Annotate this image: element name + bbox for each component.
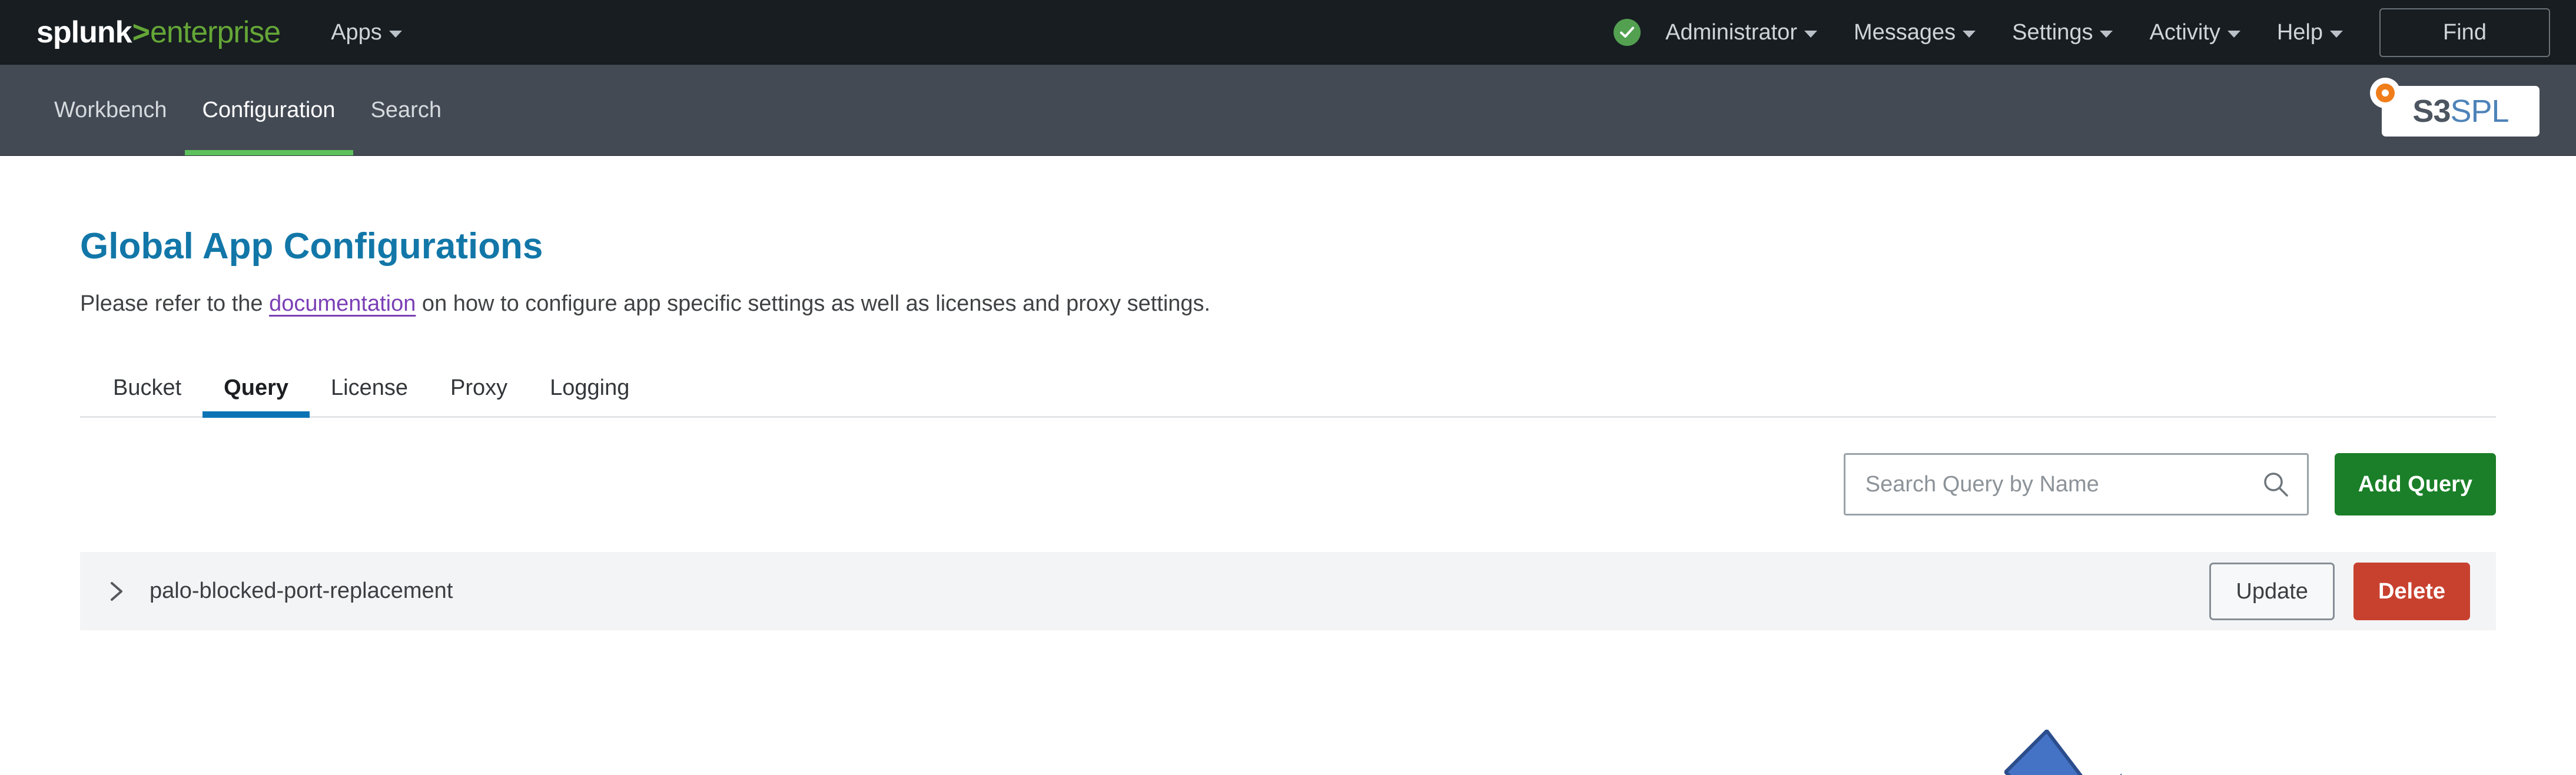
nav-item-search[interactable]: Search <box>353 65 459 155</box>
tab-license[interactable]: License <box>310 375 429 416</box>
app-logo-mark-text: S3 <box>2412 94 2451 129</box>
menu-settings-label: Settings <box>2012 19 2093 45</box>
magnifier-icon[interactable] <box>2262 471 2289 498</box>
find-button[interactable]: Find <box>2379 8 2550 57</box>
query-list: palo-blocked-port-replacement Update Del… <box>80 552 2496 631</box>
tab-logging[interactable]: Logging <box>529 375 650 416</box>
chevron-down-icon <box>2100 31 2113 38</box>
logo-chevron-glyph: > <box>132 15 150 49</box>
nav-item-workbench[interactable]: Workbench <box>36 65 185 155</box>
query-name-label: palo-blocked-port-replacement <box>150 578 453 604</box>
update-button[interactable]: Update <box>2209 562 2335 620</box>
app-logo-name-text: SPL <box>2450 94 2509 129</box>
menu-administrator[interactable]: Administrator <box>1665 20 1817 45</box>
page-description-prefix: Please refer to the <box>80 291 270 317</box>
add-query-button[interactable]: Add Query <box>2334 453 2496 516</box>
page-content: Global App Configurations Please refer t… <box>0 226 2576 775</box>
app-nav-items: Workbench Configuration Search <box>0 65 459 155</box>
annotation-arrow-icon <box>2003 728 2152 775</box>
logo-brand-text: splunk <box>36 15 132 49</box>
app-nav-bar: Workbench Configuration Search S3 SPL <box>0 65 2576 156</box>
page-description-suffix: on how to configure app specific setting… <box>416 291 1211 317</box>
app-logo-orange-dot-icon <box>2370 78 2401 108</box>
menu-help-label: Help <box>2276 19 2323 45</box>
top-bar-right-group: Administrator Messages Settings Activity… <box>1614 0 2576 65</box>
documentation-link[interactable]: documentation <box>269 291 416 316</box>
menu-settings[interactable]: Settings <box>2012 20 2113 45</box>
menu-activity-label: Activity <box>2149 19 2220 45</box>
page-title: Global App Configurations <box>80 226 543 267</box>
menu-help[interactable]: Help <box>2277 20 2343 45</box>
search-query-box[interactable] <box>1843 453 2309 516</box>
search-input[interactable] <box>1845 455 2307 514</box>
query-toolbar: Add Query <box>80 453 2496 516</box>
tab-bucket[interactable]: Bucket <box>80 375 203 416</box>
tab-proxy[interactable]: Proxy <box>429 375 529 416</box>
splunk-logo[interactable]: splunk > enterprise <box>36 15 281 49</box>
chevron-down-icon <box>1804 31 1817 38</box>
chevron-down-icon <box>1963 31 1976 38</box>
config-tabs: Bucket Query License Proxy Logging <box>80 361 2496 418</box>
s3spl-app-logo[interactable]: S3 SPL <box>2369 78 2540 137</box>
check-circle-icon[interactable] <box>1614 19 1641 46</box>
page-description: Please refer to the documentation on how… <box>80 291 2496 317</box>
chevron-down-icon <box>2330 31 2343 38</box>
tab-query[interactable]: Query <box>203 375 310 418</box>
menu-messages-label: Messages <box>1853 19 1956 45</box>
app-logo-wordmark: S3 SPL <box>2382 86 2540 137</box>
chevron-down-icon <box>2227 31 2240 38</box>
row-action-group: Update Delete <box>2209 562 2470 620</box>
table-row[interactable]: palo-blocked-port-replacement Update Del… <box>80 552 2496 631</box>
splunk-top-bar: splunk > enterprise Apps Administrator Mes… <box>0 0 2576 65</box>
nav-item-configuration[interactable]: Configuration <box>184 65 353 155</box>
menu-messages[interactable]: Messages <box>1854 20 1976 45</box>
menu-activity[interactable]: Activity <box>2149 20 2240 45</box>
apps-menu[interactable]: Apps <box>331 20 402 45</box>
logo-product-text: enterprise <box>150 15 281 49</box>
chevron-right-icon[interactable] <box>106 580 127 603</box>
chevron-down-icon <box>389 31 402 38</box>
delete-button[interactable]: Delete <box>2353 562 2470 620</box>
menu-administrator-label: Administrator <box>1665 19 1797 45</box>
apps-menu-label: Apps <box>331 19 382 45</box>
